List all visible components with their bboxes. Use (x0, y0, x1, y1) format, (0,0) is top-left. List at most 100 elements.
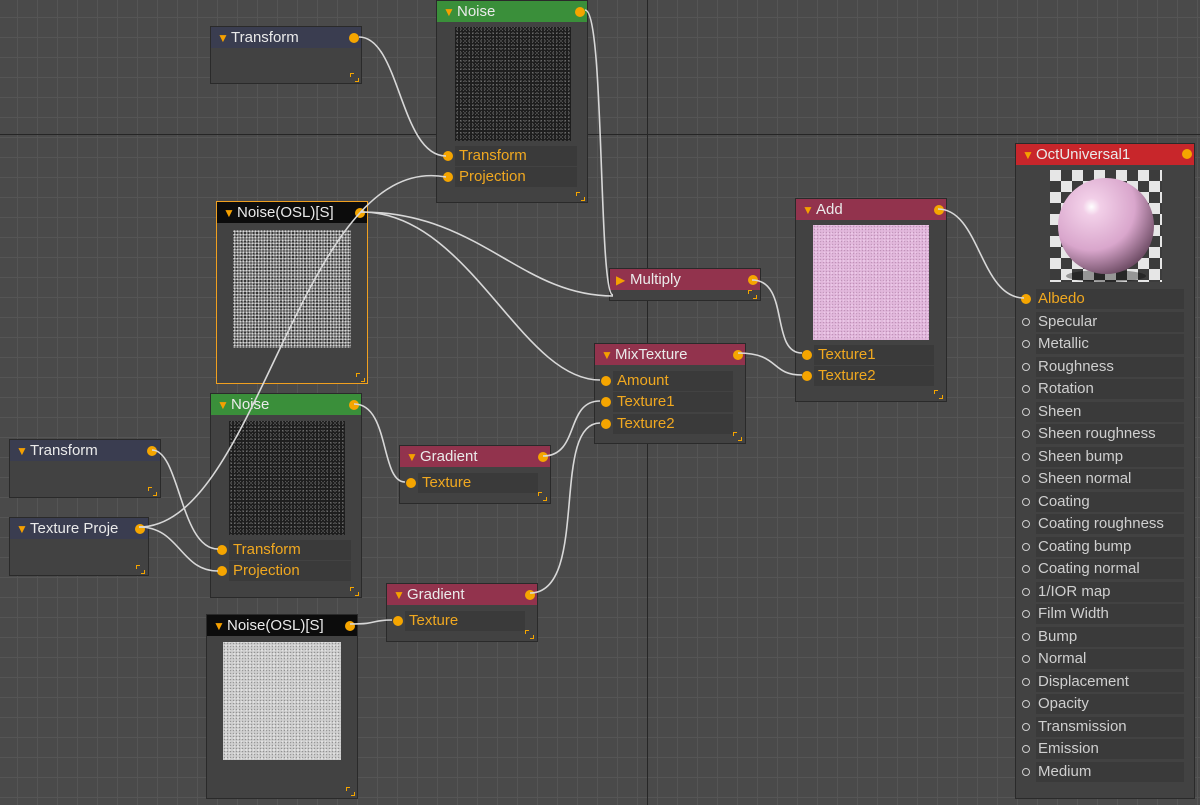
material-pin-bump[interactable]: Bump (1022, 626, 1188, 649)
pin-empty-icon[interactable] (1022, 317, 1030, 326)
resize-corner-icon[interactable] (346, 787, 355, 796)
input-pin-texture2[interactable]: Texture2 (802, 366, 940, 386)
pin-empty-icon[interactable] (1022, 452, 1030, 461)
triangle-down-icon[interactable]: ▼ (393, 585, 407, 605)
node-header[interactable]: ▼ Noise (211, 394, 361, 415)
output-pin[interactable] (355, 208, 365, 218)
material-pin-sheen-roughness[interactable]: Sheen roughness (1022, 423, 1188, 446)
input-pin-texture2[interactable]: Texture2 (601, 414, 739, 434)
triangle-down-icon[interactable]: ▼ (217, 395, 231, 415)
node-noise-mid[interactable]: ▼ Noise Transform Projection (210, 393, 362, 598)
material-pin-albedo[interactable]: Albedo (1021, 288, 1188, 311)
pin-connected-icon[interactable] (1021, 294, 1031, 304)
pin-empty-icon[interactable] (1022, 655, 1030, 663)
output-pin[interactable] (147, 446, 157, 456)
triangle-down-icon[interactable]: ▼ (223, 203, 237, 223)
node-header[interactable]: ▼ Transform (10, 440, 160, 461)
triangle-down-icon[interactable]: ▼ (16, 519, 30, 539)
pin-empty-icon[interactable] (1022, 385, 1030, 393)
input-pin-transform[interactable]: Transform (443, 146, 583, 166)
node-noise-osl-selected[interactable]: ▼ Noise(OSL)[S] (216, 201, 368, 384)
input-pin-projection[interactable]: Projection (443, 167, 583, 187)
input-pin-texture1[interactable]: Texture1 (601, 392, 739, 412)
material-pin-displacement[interactable]: Displacement (1022, 671, 1188, 694)
output-pin[interactable] (349, 33, 359, 43)
output-pin[interactable] (538, 452, 548, 462)
node-header[interactable]: ▼ Noise (437, 1, 587, 22)
material-pin-film-width[interactable]: Film Width (1022, 603, 1188, 626)
triangle-down-icon[interactable]: ▼ (443, 2, 457, 22)
resize-corner-icon[interactable] (733, 432, 742, 441)
material-pin-1-ior-map[interactable]: 1/IOR map (1022, 581, 1188, 604)
pin-empty-icon[interactable] (1022, 700, 1030, 708)
node-header[interactable]: ▼ Gradient (400, 446, 550, 467)
material-pin-coating-bump[interactable]: Coating bump (1022, 536, 1188, 559)
node-gradient-2[interactable]: ▼ Gradient Texture (386, 583, 538, 642)
resize-corner-icon[interactable] (350, 587, 359, 596)
node-gradient-1[interactable]: ▼ Gradient Texture (399, 445, 551, 504)
pin-empty-icon[interactable] (1022, 587, 1030, 596)
pin-empty-icon[interactable] (1022, 722, 1030, 731)
pin-empty-icon[interactable] (1022, 610, 1030, 618)
resize-corner-icon[interactable] (538, 492, 547, 501)
input-pin-transform[interactable]: Transform (217, 540, 357, 560)
input-pin-texture[interactable]: Texture (406, 473, 544, 493)
node-transform-left[interactable]: ▼ Transform (9, 439, 161, 498)
input-pin-projection[interactable]: Projection (217, 561, 357, 581)
pin-empty-icon[interactable] (1022, 520, 1030, 528)
node-mixtexture[interactable]: ▼ MixTexture Amount Texture1 Texture2 (594, 343, 746, 444)
output-pin[interactable] (934, 205, 944, 215)
triangle-down-icon[interactable]: ▼ (1022, 145, 1036, 165)
node-header[interactable]: ▼ OctUniversal1 (1016, 144, 1194, 165)
material-pin-roughness[interactable]: Roughness (1022, 356, 1188, 379)
node-noise-osl-bottom[interactable]: ▼ Noise(OSL)[S] (206, 614, 358, 799)
output-pin[interactable] (1182, 149, 1192, 159)
resize-corner-icon[interactable] (136, 565, 145, 574)
triangle-down-icon[interactable]: ▼ (802, 200, 816, 220)
material-pin-opacity[interactable]: Opacity (1022, 693, 1188, 716)
material-pin-coating[interactable]: Coating (1022, 491, 1188, 514)
material-pin-medium[interactable]: Medium (1022, 761, 1188, 784)
triangle-down-icon[interactable]: ▼ (213, 616, 227, 636)
output-pin[interactable] (525, 590, 535, 600)
node-add[interactable]: ▼ Add Texture1 Texture2 (795, 198, 947, 402)
triangle-right-icon[interactable]: ▶ (616, 270, 630, 290)
node-header[interactable]: ▼ MixTexture (595, 344, 745, 365)
pin-empty-icon[interactable] (1022, 475, 1030, 483)
output-pin[interactable] (575, 7, 585, 17)
material-pin-sheen-bump[interactable]: Sheen bump (1022, 446, 1188, 469)
output-pin[interactable] (345, 621, 355, 631)
pin-empty-icon[interactable] (1022, 362, 1030, 371)
output-pin[interactable] (748, 275, 758, 285)
resize-corner-icon[interactable] (934, 390, 943, 399)
node-header[interactable]: ▼ Noise(OSL)[S] (207, 615, 357, 636)
node-transform-top[interactable]: ▼ Transform (210, 26, 362, 84)
pin-empty-icon[interactable] (1022, 542, 1030, 551)
pin-empty-icon[interactable] (1022, 767, 1030, 776)
resize-corner-icon[interactable] (350, 73, 359, 82)
output-pin[interactable] (135, 524, 145, 534)
material-pin-coating-roughness[interactable]: Coating roughness (1022, 513, 1188, 536)
resize-corner-icon[interactable] (748, 290, 757, 299)
pin-empty-icon[interactable] (1022, 340, 1030, 348)
pin-empty-icon[interactable] (1022, 677, 1030, 686)
output-pin[interactable] (733, 350, 743, 360)
material-pin-transmission[interactable]: Transmission (1022, 716, 1188, 739)
node-header[interactable]: ▼ Noise(OSL)[S] (217, 202, 367, 223)
material-pin-metallic[interactable]: Metallic (1022, 333, 1188, 356)
material-pin-sheen[interactable]: Sheen (1022, 401, 1188, 424)
node-header[interactable]: ▶ Multiply (610, 269, 760, 290)
input-pin-texture[interactable]: Texture (393, 611, 531, 631)
node-texture-projection[interactable]: ▼ Texture Proje (9, 517, 149, 576)
material-pin-emission[interactable]: Emission (1022, 738, 1188, 761)
triangle-down-icon[interactable]: ▼ (601, 345, 615, 365)
node-octuniversal[interactable]: ▼ OctUniversal1 Albedo Specular Metallic Rou… (1015, 143, 1195, 799)
pin-empty-icon[interactable] (1022, 745, 1030, 753)
node-header[interactable]: ▼ Texture Proje (10, 518, 148, 539)
output-pin[interactable] (349, 400, 359, 410)
material-pin-specular[interactable]: Specular (1022, 311, 1188, 334)
material-pin-sheen-normal[interactable]: Sheen normal (1022, 468, 1188, 491)
material-pin-rotation[interactable]: Rotation (1022, 378, 1188, 401)
node-header[interactable]: ▼ Gradient (387, 584, 537, 605)
pin-empty-icon[interactable] (1022, 497, 1030, 506)
